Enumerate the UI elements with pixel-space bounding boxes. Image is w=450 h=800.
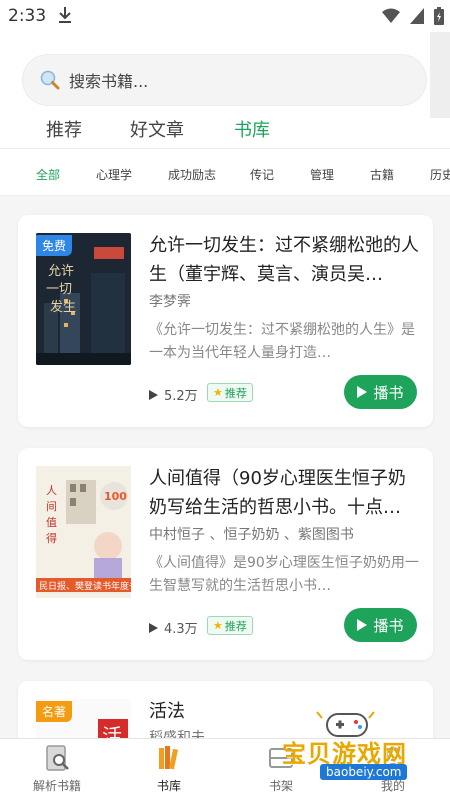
play-book-button[interactable]: 播书 bbox=[344, 608, 417, 642]
tab-recommend[interactable]: 推荐 bbox=[46, 116, 82, 142]
watermark: 宝贝游戏网 baobeiy.com bbox=[272, 706, 422, 786]
category-biography[interactable]: 传记 bbox=[250, 166, 274, 183]
svg-text:人: 人 bbox=[46, 484, 57, 497]
book-title[interactable]: 允许一切发生：过不紧绷松弛的人生（董宇辉、莫言、演员吴… bbox=[149, 231, 419, 289]
play-count-icon bbox=[149, 389, 158, 400]
svg-text:100: 100 bbox=[104, 490, 127, 503]
nav-label: 解析书籍 bbox=[32, 779, 81, 793]
book-cover[interactable]: 允许 一切 发生 免费 bbox=[36, 233, 131, 365]
library-icon bbox=[159, 746, 179, 770]
star-icon: ★ bbox=[213, 386, 223, 399]
cover-art: 人 间 值 得 100 民日报、樊登读书年度书 bbox=[36, 466, 131, 598]
play-count: 5.2万 bbox=[149, 385, 198, 404]
download-icon bbox=[59, 7, 71, 23]
search-placeholder: 搜索书籍... bbox=[69, 72, 149, 91]
watermark-url: baobeiy.com bbox=[320, 764, 408, 780]
tabs: 推荐 好文章 书库 bbox=[0, 116, 450, 148]
svg-text:一切: 一切 bbox=[46, 282, 72, 297]
play-count: 4.3万 bbox=[149, 618, 198, 637]
category-classics[interactable]: 古籍 bbox=[370, 166, 394, 183]
battery-icon bbox=[434, 7, 444, 25]
book-author: 中村恒子 、恒子奶奶 、紫图图书 bbox=[149, 527, 354, 543]
svg-text:民日报、樊登读书年度书: 民日报、樊登读书年度书 bbox=[39, 580, 131, 592]
play-icon bbox=[357, 386, 368, 398]
tab-library[interactable]: 书库 bbox=[234, 116, 270, 142]
recommend-badge: ★ 推荐 bbox=[207, 616, 253, 635]
play-count-icon bbox=[149, 622, 158, 633]
star-icon: ★ bbox=[213, 619, 223, 632]
status-icons bbox=[382, 7, 444, 25]
book-card[interactable]: 人 间 值 得 100 民日报、樊登读书年度书 人间值得（90岁心理医生恒子奶奶… bbox=[18, 448, 433, 660]
svg-text:发生: 发生 bbox=[50, 299, 76, 315]
book-card[interactable]: 允许 一切 发生 免费 允许一切发生：过不紧绷松弛的人生（董宇辉、莫言、演员吴…… bbox=[18, 215, 433, 427]
category-psychology[interactable]: 心理学 bbox=[96, 166, 132, 183]
svg-text:得: 得 bbox=[46, 532, 57, 545]
recommend-badge: ★ 推荐 bbox=[207, 383, 253, 402]
category-bar: 全部 心理学 成功励志 传记 管理 古籍 历史 bbox=[0, 148, 450, 196]
category-success[interactable]: 成功励志 bbox=[168, 166, 216, 183]
recommend-label: 推荐 bbox=[224, 386, 247, 400]
book-author: 李梦霁 bbox=[149, 294, 191, 310]
status-time: 2:33 bbox=[8, 6, 47, 26]
search-input[interactable]: 搜索书籍... bbox=[22, 54, 427, 106]
wifi-icon bbox=[382, 8, 400, 23]
svg-text:允许: 允许 bbox=[48, 263, 74, 279]
play-book-label: 播书 bbox=[373, 616, 404, 635]
scroll-indicator bbox=[430, 32, 450, 118]
book-search-icon bbox=[46, 745, 69, 771]
tab-articles[interactable]: 好文章 bbox=[130, 116, 184, 142]
book-cover[interactable]: 人 间 值 得 100 民日报、樊登读书年度书 bbox=[36, 466, 131, 598]
play-icon bbox=[357, 619, 368, 631]
nav-item-library[interactable]: 书库 bbox=[124, 743, 214, 794]
book-description: 《允许一切发生：过不紧绷松弛的人生》是一本为当代年轻人量身打造… bbox=[149, 322, 415, 361]
header: 搜索书籍... 推荐 好文章 书库 bbox=[0, 32, 450, 148]
category-history[interactable]: 历史 bbox=[430, 166, 450, 183]
play-count-value: 5.2万 bbox=[164, 389, 198, 404]
classic-badge: 名著 bbox=[36, 701, 73, 722]
category-all[interactable]: 全部 bbox=[36, 166, 60, 183]
svg-text:值: 值 bbox=[46, 516, 57, 529]
signal-icon bbox=[410, 8, 424, 24]
svg-text:间: 间 bbox=[46, 500, 57, 513]
play-book-label: 播书 bbox=[373, 383, 404, 402]
recommend-label: 推荐 bbox=[224, 619, 247, 633]
status-bar: 2:33 bbox=[0, 0, 450, 32]
nav-label: 书库 bbox=[156, 779, 181, 793]
free-badge: 免费 bbox=[36, 235, 73, 256]
search-icon bbox=[40, 70, 60, 90]
book-description: 《人间值得》是90岁心理医生恒子奶奶用一生智慧写就的生活哲思小书… bbox=[149, 555, 419, 594]
category-management[interactable]: 管理 bbox=[310, 166, 334, 183]
play-book-button[interactable]: 播书 bbox=[344, 375, 417, 409]
play-count-value: 4.3万 bbox=[164, 622, 198, 637]
book-title[interactable]: 人间值得（90岁心理医生恒子奶奶写给生活的哲思小书。十点… bbox=[149, 464, 419, 522]
nav-item-parse[interactable]: 解析书籍 bbox=[12, 743, 102, 794]
